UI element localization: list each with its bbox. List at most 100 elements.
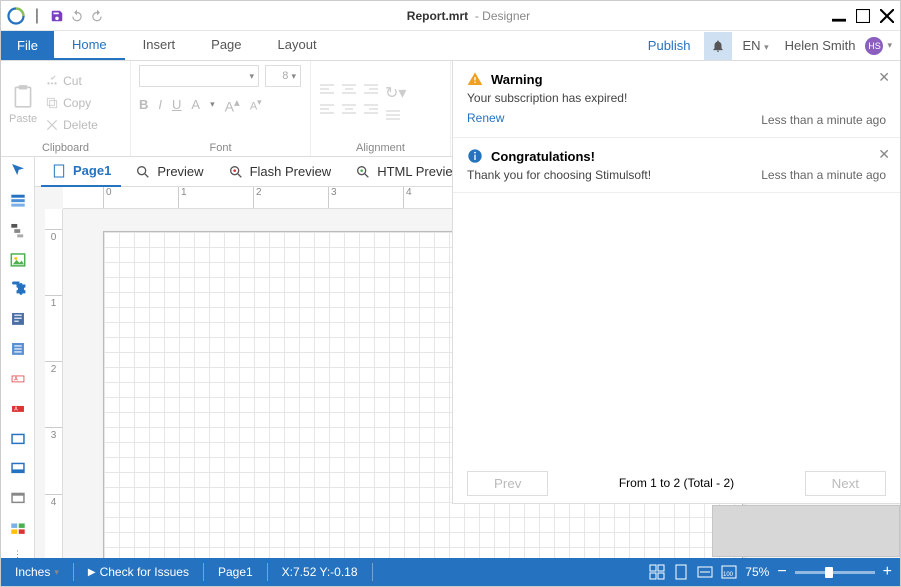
check-issues-button[interactable]: ▶ Check for Issues xyxy=(82,565,195,579)
flash-preview-icon xyxy=(228,164,244,180)
doc-tab-flash[interactable]: Flash Preview xyxy=(218,157,342,187)
svg-text:100: 100 xyxy=(723,572,734,578)
cut-button[interactable]: Cut xyxy=(45,70,98,92)
minimize-icon[interactable] xyxy=(832,9,846,23)
notification-title: Warning xyxy=(491,72,543,87)
undo-icon[interactable] xyxy=(69,8,85,24)
publish-button[interactable]: Publish xyxy=(638,38,701,53)
notification-time: Less than a minute ago xyxy=(761,168,886,182)
zoom-slider[interactable] xyxy=(795,571,875,574)
status-coords: X:7.52 Y:-0.18 xyxy=(276,565,364,579)
view-width-icon[interactable] xyxy=(697,564,713,580)
language-button[interactable]: EN ▾ xyxy=(736,38,774,53)
zoom-in-button[interactable]: + xyxy=(883,563,892,581)
group-label-clipboard: Clipboard xyxy=(9,140,122,156)
tab-layout[interactable]: Layout xyxy=(260,31,335,60)
redo-icon[interactable] xyxy=(89,8,105,24)
magnifier-icon xyxy=(135,164,151,180)
close-icon[interactable] xyxy=(880,9,894,23)
info-icon xyxy=(467,148,483,164)
view-single-icon[interactable] xyxy=(673,564,689,580)
copy-icon xyxy=(45,96,59,110)
doc-tab-page1[interactable]: Page1 xyxy=(41,157,121,187)
notification-link[interactable]: Renew xyxy=(467,111,504,125)
page-icon xyxy=(51,163,67,179)
toolbox-list-icon[interactable] xyxy=(9,340,27,358)
toolbox-label-icon[interactable]: A xyxy=(9,370,27,388)
notification-close-icon[interactable]: ✕ xyxy=(878,146,890,163)
svg-text:A: A xyxy=(14,376,18,382)
toolbox-panel-icon[interactable] xyxy=(9,430,27,448)
toolbox-gallery-icon[interactable] xyxy=(9,519,27,537)
copy-button[interactable]: Copy xyxy=(45,92,98,114)
notification-title: Congratulations! xyxy=(491,149,595,164)
delete-button[interactable]: Delete xyxy=(45,114,98,136)
notifications-panel: ✕ Warning Your subscription has expired!… xyxy=(452,61,900,504)
doc-tab-preview[interactable]: Preview xyxy=(125,157,213,187)
group-label-alignment: Alignment xyxy=(319,140,442,156)
font-name-combo[interactable]: ▾ xyxy=(139,65,259,87)
align-top-right-icon[interactable] xyxy=(363,83,379,97)
notifications-button[interactable] xyxy=(704,32,732,60)
warning-icon xyxy=(467,71,483,87)
notification-time: Less than a minute ago xyxy=(761,113,886,127)
zoom-out-button[interactable]: − xyxy=(777,563,786,581)
status-page: Page1 xyxy=(212,565,259,579)
left-toolbox: A A ⋮ xyxy=(1,157,35,560)
font-size-combo[interactable]: 8 ▾ xyxy=(265,65,301,87)
vertical-ruler: 01234 xyxy=(45,209,63,560)
units-button[interactable]: Inches ▾ xyxy=(9,565,65,579)
toolbox-footer-icon[interactable] xyxy=(9,459,27,477)
toolbox-hierarchy-icon[interactable] xyxy=(9,221,27,239)
view-grid-icon[interactable] xyxy=(649,564,665,580)
cut-icon xyxy=(45,74,59,88)
window-title: Report.mrt - Designer xyxy=(105,9,832,23)
avatar[interactable]: HS xyxy=(865,37,883,55)
align-left-icon[interactable] xyxy=(319,103,335,117)
view-100-icon[interactable]: 100 xyxy=(721,564,737,580)
tab-insert[interactable]: Insert xyxy=(125,31,194,60)
font-color-button[interactable]: A xyxy=(191,97,200,112)
paste-button[interactable]: Paste xyxy=(9,81,37,125)
right-panel-collapsed[interactable] xyxy=(712,505,900,557)
status-bar: Inches ▾ ▶ Check for Issues Page1 X:7.52… xyxy=(1,558,900,586)
align-justify-icon[interactable] xyxy=(385,109,401,123)
align-top-center-icon[interactable] xyxy=(341,83,357,97)
zoom-level: 75% xyxy=(745,565,769,579)
pager-summary: From 1 to 2 (Total - 2) xyxy=(619,476,734,490)
toolbox-window-icon[interactable] xyxy=(9,489,27,507)
pager-prev-button[interactable]: Prev xyxy=(467,471,548,496)
italic-button[interactable]: I xyxy=(158,97,162,112)
save-icon[interactable] xyxy=(49,8,65,24)
toolbox-cursor-icon[interactable] xyxy=(9,161,27,179)
notification-body: Your subscription has expired! xyxy=(467,91,886,105)
user-menu-caret-icon[interactable]: ▾ xyxy=(887,40,892,51)
bold-button[interactable]: B xyxy=(139,97,148,112)
maximize-icon[interactable] xyxy=(856,9,870,23)
title-bar: | Report.mrt - Designer xyxy=(1,1,900,31)
tab-page[interactable]: Page xyxy=(193,31,259,60)
tab-home[interactable]: Home xyxy=(54,31,125,60)
delete-icon xyxy=(45,118,59,132)
underline-button[interactable]: U xyxy=(172,97,181,112)
user-name[interactable]: Helen Smith xyxy=(779,38,862,53)
group-label-font: Font xyxy=(139,140,302,156)
pager-next-button[interactable]: Next xyxy=(805,471,886,496)
shrink-font-button[interactable]: A▾ xyxy=(250,97,262,113)
notification-item: ✕ Congratulations! Thank you for choosin… xyxy=(453,138,900,193)
notification-pager: Prev From 1 to 2 (Total - 2) Next xyxy=(453,463,900,503)
grow-font-button[interactable]: A▴ xyxy=(225,95,240,115)
tab-file[interactable]: File xyxy=(1,31,54,60)
notification-close-icon[interactable]: ✕ xyxy=(878,69,890,86)
align-center-icon[interactable] xyxy=(341,103,357,117)
html-preview-icon xyxy=(355,164,371,180)
rotate-button[interactable]: ↻▾ xyxy=(385,83,406,103)
toolbox-image-icon[interactable] xyxy=(9,251,27,269)
notification-item: ✕ Warning Your subscription has expired!… xyxy=(453,61,900,138)
align-top-left-icon[interactable] xyxy=(319,83,335,97)
toolbox-text-icon[interactable] xyxy=(9,310,27,328)
align-right-icon[interactable] xyxy=(363,103,379,117)
toolbox-data-icon[interactable] xyxy=(9,191,27,209)
toolbox-header-icon[interactable]: A xyxy=(9,400,27,418)
toolbox-puzzle-icon[interactable] xyxy=(9,280,27,298)
